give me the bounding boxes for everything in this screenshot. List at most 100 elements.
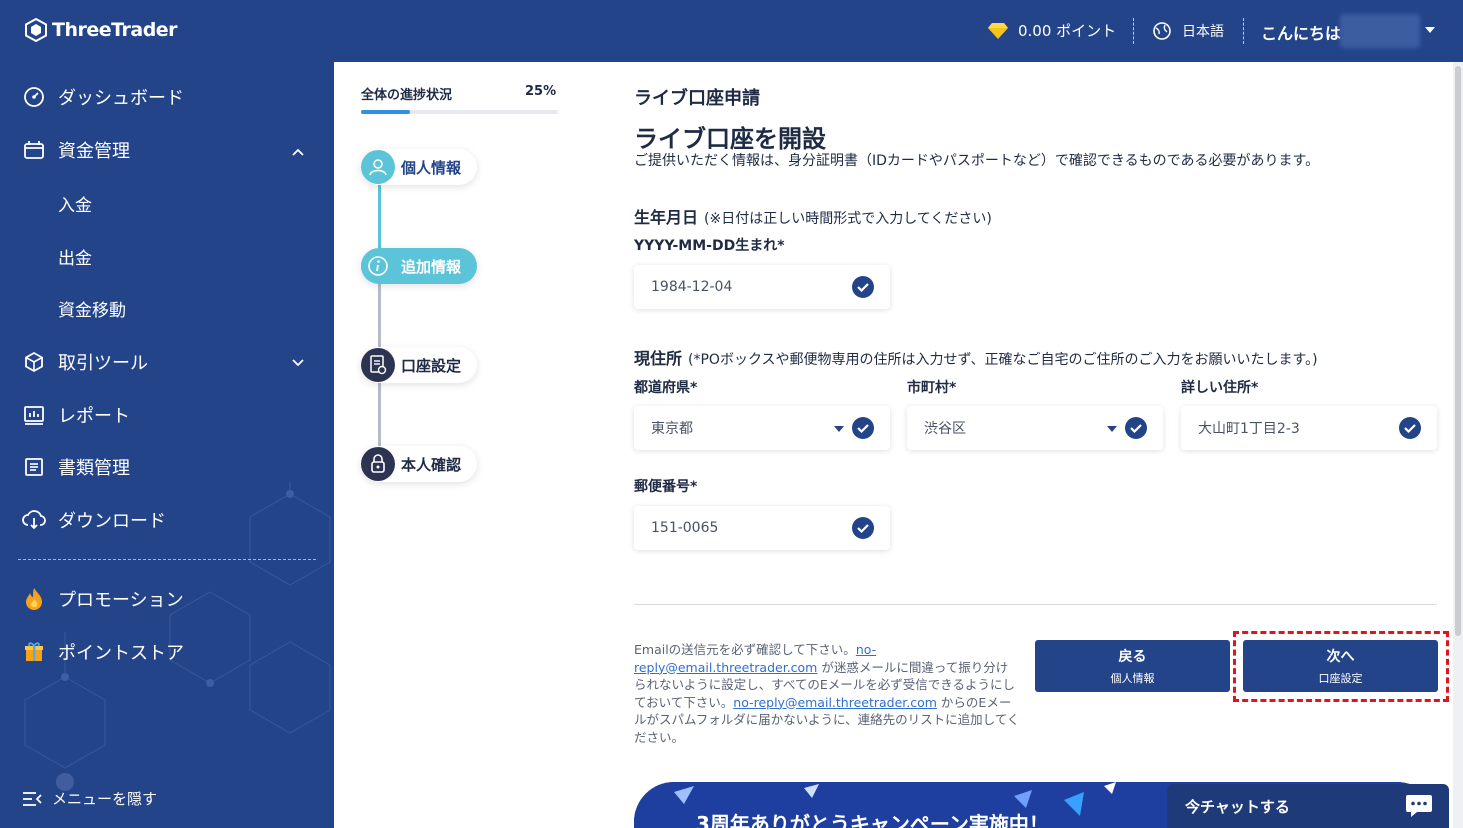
step-additional-info[interactable]: 追加情報 (361, 248, 478, 284)
progress-percent: 25% (525, 84, 557, 99)
sidebar-item-label: レポート (58, 406, 130, 427)
sidebar-item-label: 資金管理 (58, 141, 130, 162)
sidebar-item-download[interactable]: ダウンロード (22, 507, 166, 533)
sidebar-subitem-withdraw[interactable]: 出金 (58, 244, 92, 269)
dropdown-arrow-icon[interactable] (1107, 426, 1117, 432)
chevron-down-icon[interactable] (292, 357, 304, 369)
city-select[interactable] (907, 406, 1163, 450)
step-label: 個人情報 (401, 158, 462, 177)
sidebar-item-label: 書類管理 (58, 458, 130, 479)
chat-bubble-icon (1406, 795, 1432, 817)
sidebar-item-funds[interactable]: 資金管理 (22, 137, 130, 163)
back-button[interactable]: 戻る 個人情報 (1035, 640, 1230, 692)
sidebar-item-label: ダッシュボード (58, 88, 184, 109)
sidebar-item-label: 取引ツール (58, 353, 148, 374)
email-notice: Emailの送信元を必ず確認して下さい。 no-reply@email.three… (634, 641, 1020, 746)
address-section-label: 現住所 (634, 349, 683, 368)
sidebar-item-dashboard[interactable]: ダッシュボード (22, 84, 184, 110)
document-settings-icon (361, 348, 395, 382)
progress-bar (361, 110, 558, 114)
dob-section-note: (※日付は正しい時間形式で入力してください) (704, 211, 992, 227)
check-circle-icon (852, 517, 874, 539)
scrollbar[interactable] (1453, 62, 1463, 828)
fire-icon (22, 587, 46, 611)
next-button-highlight (1233, 631, 1449, 702)
top-header: ThreeTrader 0.00 ポイント 日本語 こんにちは (0, 0, 1463, 62)
header-separator (1133, 18, 1134, 44)
points-label: 0.00 ポイント (1018, 22, 1117, 40)
check-circle-icon (852, 276, 874, 298)
sidebar-item-label: ポイントストア (58, 643, 184, 664)
diamond-icon (988, 22, 1008, 39)
sidebar-subitem-deposit[interactable]: 入金 (58, 191, 92, 216)
email-link[interactable]: no-reply@email.threetrader.com (733, 695, 937, 710)
cube-icon (22, 350, 46, 374)
dob-label: YYYY-MM-DD生まれ* (634, 238, 785, 254)
globe-icon (1153, 22, 1171, 40)
sidebar-divider (18, 559, 316, 560)
address-field[interactable] (1181, 406, 1437, 450)
header-separator (1243, 18, 1244, 44)
form-divider (634, 604, 1437, 605)
page-description: ご提供いただく情報は、身分証明書（IDカードやパスポートなど）で確認できるもので… (634, 153, 1320, 169)
logo[interactable]: ThreeTrader (24, 18, 178, 42)
sidebar-item-trading-tools[interactable]: 取引ツール (22, 349, 148, 375)
check-circle-icon (1399, 417, 1421, 439)
collapse-menu-icon (23, 791, 42, 806)
progress-label: 全体の進捗状況 (361, 88, 453, 103)
check-circle-icon (1125, 417, 1147, 439)
chat-widget[interactable]: 今チャットする (1167, 784, 1449, 828)
gift-icon (22, 640, 46, 664)
step-label: 本人確認 (401, 455, 462, 474)
report-icon (22, 403, 46, 427)
banner-text: 3周年ありがとうキャンペーン実施中！ (696, 812, 1049, 828)
sidebar-item-documents[interactable]: 書類管理 (22, 454, 130, 480)
city-label: 市町村* (907, 380, 957, 396)
page-title: ライブ口座を開設 (634, 125, 826, 153)
prefecture-select[interactable] (634, 406, 890, 450)
user-icon (361, 150, 395, 184)
scrollbar-thumb[interactable] (1455, 66, 1461, 636)
prefecture-label: 都道府県* (634, 380, 698, 396)
sidebar-item-label: ダウンロード (58, 511, 166, 532)
sidebar-subitem-transfer[interactable]: 資金移動 (58, 296, 126, 321)
language-selector[interactable]: 日本語 (1152, 21, 1224, 41)
sidebar: ダッシュボード 資金管理 入金 出金 資金移動 取引ツール レポート 書類管理 … (0, 62, 334, 828)
hide-menu-button[interactable]: メニューを隠す (22, 788, 157, 809)
postal-label: 郵便番号* (634, 479, 698, 495)
address-section-note: (*POボックスや郵便物専用の住所は入力せず、正確なご自宅のご住所のご入力をお願… (688, 352, 1318, 368)
dashboard-icon (22, 85, 46, 109)
check-circle-icon (852, 417, 874, 439)
document-icon (22, 455, 46, 479)
step-label: 追加情報 (401, 257, 462, 276)
logo-icon (25, 18, 47, 42)
breadcrumb-title: ライブ口座申請 (634, 88, 760, 109)
step-account-settings[interactable]: 口座設定 (361, 347, 478, 383)
chevron-up-icon[interactable] (292, 146, 304, 158)
hide-menu-label: メニューを隠す (52, 790, 158, 808)
download-icon (22, 508, 46, 532)
dob-field[interactable] (634, 265, 890, 309)
address-section-title: 現住所 (*POボックスや郵便物専用の住所は入力せず、正確なご自宅のご住所のご入力… (634, 345, 1318, 369)
step-label: 口座設定 (401, 356, 462, 375)
logo-text: ThreeTrader (52, 19, 178, 41)
points-display[interactable]: 0.00 ポイント (988, 20, 1116, 41)
progress-bar-fill (361, 110, 411, 114)
step-connector-done (378, 185, 381, 255)
postal-field[interactable] (634, 506, 890, 550)
sidebar-item-label: プロモーション (58, 590, 184, 611)
dropdown-arrow-icon[interactable] (834, 426, 844, 432)
dob-section-title: 生年月日 (※日付は正しい時間形式で入力してください) (634, 204, 992, 228)
sidebar-item-promotion[interactable]: プロモーション (22, 586, 184, 612)
back-button-label: 戻る (1118, 649, 1147, 665)
sidebar-item-reports[interactable]: レポート (22, 402, 130, 428)
back-button-sublabel: 個人情報 (1110, 672, 1155, 685)
chat-label: 今チャットする (1185, 797, 1290, 816)
step-identity-verification[interactable]: 本人確認 (361, 446, 478, 482)
wallet-icon (22, 138, 46, 162)
dob-section-label: 生年月日 (634, 208, 699, 227)
user-menu-chevron-icon[interactable] (1425, 27, 1435, 33)
address-label: 詳しい住所* (1181, 380, 1259, 396)
sidebar-item-point-store[interactable]: ポイントストア (22, 639, 184, 665)
step-personal-info[interactable]: 個人情報 (361, 149, 478, 185)
